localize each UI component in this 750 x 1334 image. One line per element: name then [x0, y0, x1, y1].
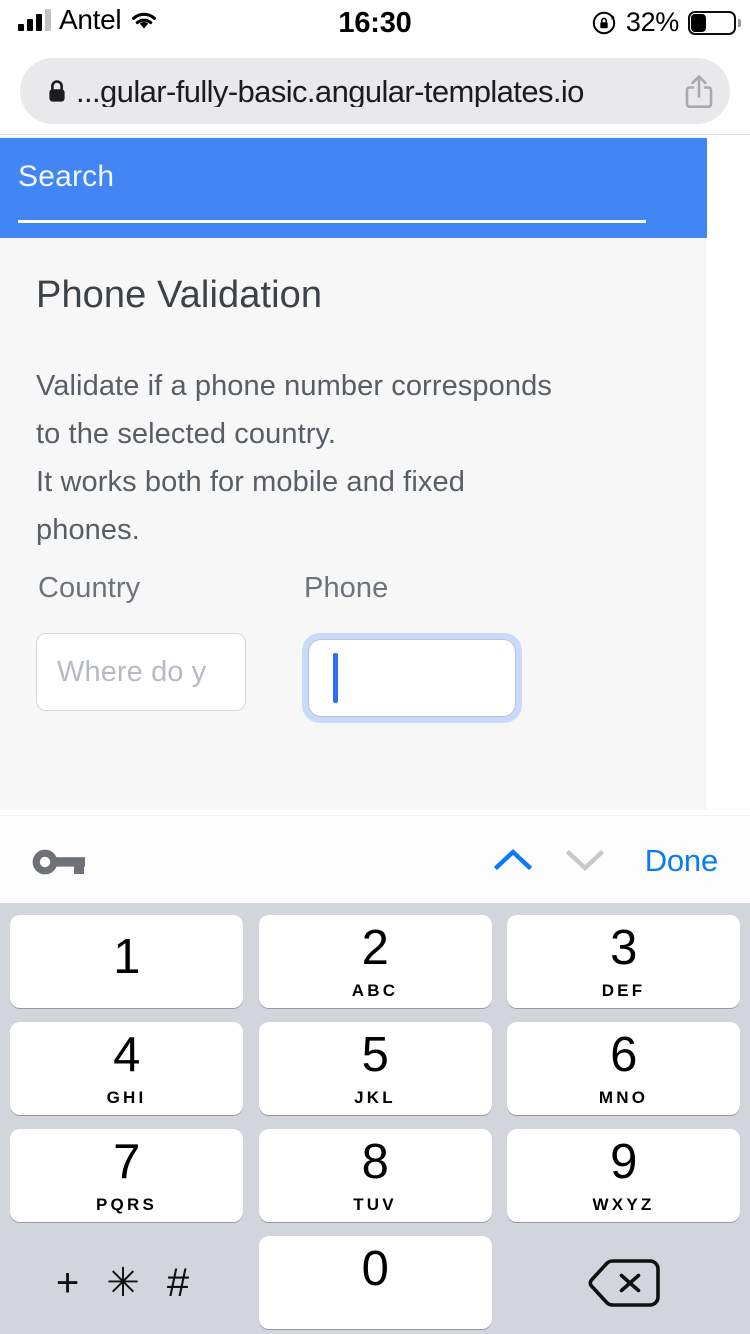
text-caret [333, 653, 338, 703]
key-digit: 9 [610, 1138, 637, 1187]
share-icon[interactable] [682, 72, 716, 110]
country-label: Country [38, 574, 336, 603]
key-digit: 1 [113, 933, 140, 982]
rotation-lock-icon [591, 10, 617, 36]
key-symbols-label: + ✳ # [56, 1263, 197, 1303]
lock-icon [46, 78, 68, 104]
key-digit: 4 [113, 1031, 140, 1080]
search-field[interactable]: Search [18, 162, 646, 192]
key-0[interactable]: 0 [259, 1236, 492, 1329]
phone-label: Phone [304, 574, 602, 603]
country-input-placeholder: Where do y [57, 656, 206, 689]
key-digit: 0 [362, 1245, 389, 1294]
key-digit: 6 [610, 1031, 637, 1080]
delete-backspace-icon [587, 1256, 661, 1310]
key-digit: 5 [362, 1031, 389, 1080]
app-toolbar: Search [0, 138, 707, 238]
keypad-row: 7 PQRS 8 TUV 9 WXYZ [10, 1129, 740, 1222]
key-5[interactable]: 5 JKL [259, 1022, 492, 1115]
status-bar-right: 32% [591, 7, 736, 38]
key-4[interactable]: 4 GHI [10, 1022, 243, 1115]
key-digit: 2 [362, 924, 389, 973]
page-description: Validate if a phone number corresponds t… [36, 362, 636, 554]
key-6[interactable]: 6 MNO [507, 1022, 740, 1115]
url-text: ...gular-fully-basic.angular-templates.i… [76, 76, 676, 107]
web-page-content: Search Phone Validation Validate if a ph… [0, 136, 750, 815]
keyboard-accessory-toolbar: Done [0, 815, 750, 903]
chevron-up-icon[interactable] [477, 816, 549, 904]
search-underline [18, 220, 646, 223]
address-bar[interactable]: ...gular-fully-basic.angular-templates.i… [20, 58, 730, 124]
key-letters: TUV [353, 1196, 397, 1213]
page-description-line: to the selected country. [36, 410, 636, 458]
key-digit: 8 [362, 1138, 389, 1187]
status-bar: Antel 16:30 32% [0, 0, 750, 46]
key-1[interactable]: 1 [10, 915, 243, 1008]
phone-input[interactable] [308, 639, 516, 717]
key-icon[interactable] [30, 848, 92, 876]
key-digit: 7 [113, 1138, 140, 1187]
keypad-row: 4 GHI 5 JKL 6 MNO [10, 1022, 740, 1115]
key-7[interactable]: 7 PQRS [10, 1129, 243, 1222]
battery-percent-label: 32% [626, 7, 679, 38]
page-title: Phone Validation [36, 276, 707, 314]
key-3[interactable]: 3 DEF [507, 915, 740, 1008]
keypad-row: 1 2 ABC 3 DEF [10, 915, 740, 1008]
page-description-line: phones. [36, 506, 636, 554]
key-delete[interactable] [507, 1236, 740, 1329]
key-letters: ABC [352, 982, 398, 999]
page-description-line: It works both for mobile and fixed [36, 458, 636, 506]
country-field-group: Country Where do y [36, 574, 336, 711]
phone-field-group: Phone [302, 574, 602, 723]
chevron-down-icon[interactable] [549, 816, 621, 904]
page-content: Phone Validation Validate if a phone num… [0, 238, 707, 554]
country-input[interactable]: Where do y [36, 633, 246, 711]
page-description-line: Validate if a phone number corresponds [36, 362, 636, 410]
search-input-placeholder: Search [18, 162, 646, 192]
keyboard-toolbar-actions: Done [477, 816, 728, 904]
key-letters: JKL [354, 1089, 396, 1106]
key-2[interactable]: 2 ABC [259, 915, 492, 1008]
app-container: Search Phone Validation Validate if a ph… [0, 136, 707, 810]
browser-toolbar: ...gular-fully-basic.angular-templates.i… [0, 50, 750, 135]
phone-input-focus-ring [302, 633, 522, 723]
keypad-row: + ✳ # 0 [10, 1236, 740, 1329]
key-8[interactable]: 8 TUV [259, 1129, 492, 1222]
key-letters: WXYZ [593, 1196, 655, 1213]
done-button[interactable]: Done [621, 845, 728, 876]
key-symbols[interactable]: + ✳ # [10, 1236, 243, 1329]
key-9[interactable]: 9 WXYZ [507, 1129, 740, 1222]
key-letters: MNO [599, 1089, 648, 1106]
key-letters: DEF [602, 982, 646, 999]
phone-screen: Antel 16:30 32% [0, 0, 750, 1334]
numeric-keypad: 1 2 ABC 3 DEF 4 GHI 5 JKL 6 MN [0, 903, 750, 1334]
battery-icon [688, 11, 736, 35]
key-digit: 3 [610, 924, 637, 973]
key-letters: PQRS [96, 1196, 157, 1213]
key-letters: GHI [107, 1089, 147, 1106]
